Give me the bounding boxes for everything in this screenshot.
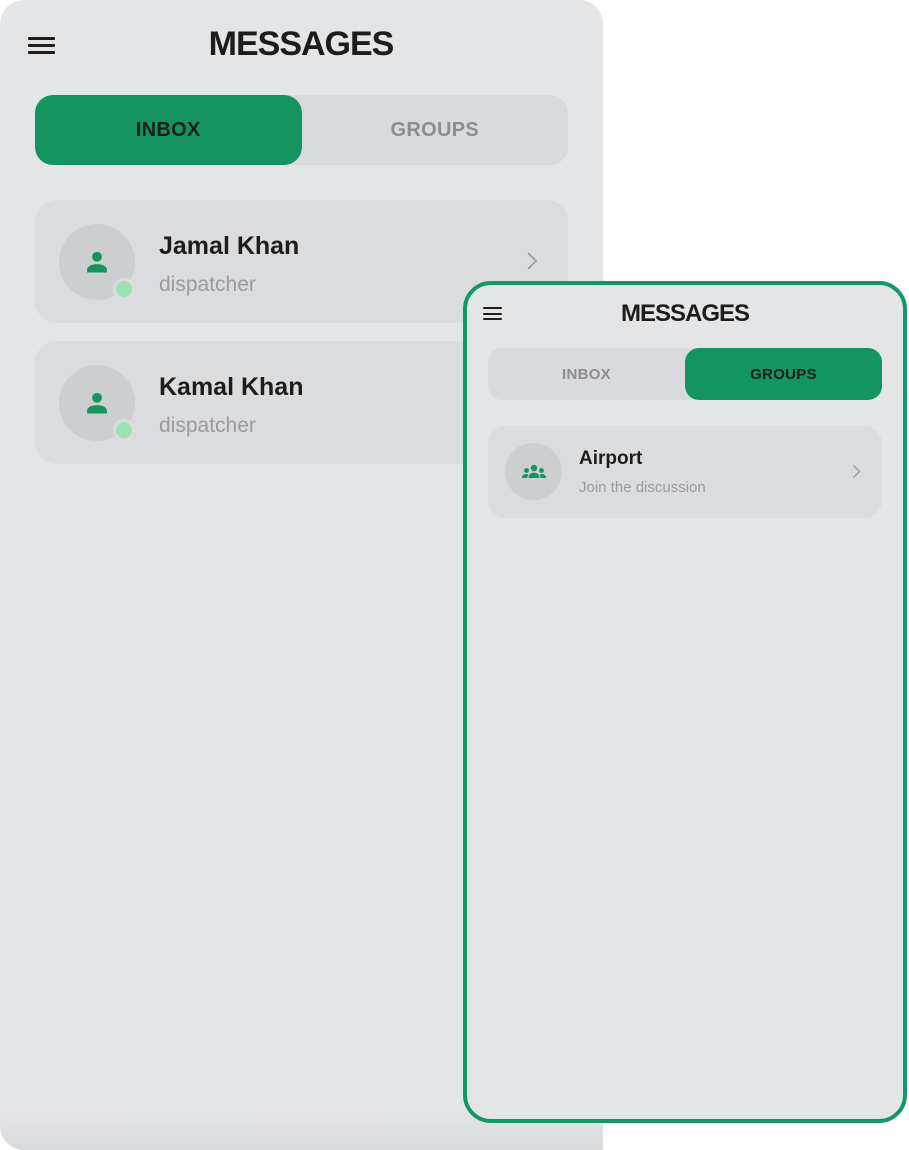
tab-groups-label: GROUPS bbox=[390, 118, 479, 141]
hamburger-menu-icon[interactable] bbox=[483, 307, 502, 320]
chevron-right-icon bbox=[852, 464, 861, 479]
page-title: MESSAGES bbox=[208, 25, 395, 63]
contact-name: Kamal Khan bbox=[159, 373, 304, 401]
tab-bar: INBOX GROUPS bbox=[35, 95, 568, 165]
tab-bar: INBOX GROUPS bbox=[488, 348, 882, 400]
group-item-airport[interactable]: Airport Join the discussion bbox=[488, 426, 882, 518]
contact-role: dispatcher bbox=[159, 414, 256, 437]
group-name: Airport bbox=[579, 448, 643, 469]
tab-groups-label: GROUPS bbox=[750, 365, 817, 383]
hamburger-menu-icon[interactable] bbox=[28, 37, 55, 54]
chevron-right-icon bbox=[527, 252, 538, 270]
tab-inbox[interactable]: INBOX bbox=[488, 348, 685, 400]
person-icon bbox=[87, 392, 107, 414]
online-status-dot bbox=[113, 278, 135, 300]
group-subtitle: Join the discussion bbox=[579, 479, 706, 496]
online-status-dot bbox=[113, 419, 135, 441]
tab-groups[interactable]: GROUPS bbox=[302, 95, 569, 165]
page-title: MESSAGES bbox=[620, 300, 750, 327]
person-icon bbox=[87, 251, 107, 273]
contact-name: Jamal Khan bbox=[159, 232, 300, 260]
contact-role: dispatcher bbox=[159, 273, 256, 296]
tab-inbox-label: INBOX bbox=[135, 118, 201, 141]
avatar bbox=[505, 443, 562, 500]
groups-screen: MESSAGES INBOX GROUPS Airport Join the d… bbox=[463, 281, 907, 1123]
tab-inbox-label: INBOX bbox=[561, 365, 611, 383]
group-icon bbox=[521, 464, 546, 478]
tab-inbox[interactable]: INBOX bbox=[35, 95, 302, 165]
tab-groups[interactable]: GROUPS bbox=[685, 348, 882, 400]
